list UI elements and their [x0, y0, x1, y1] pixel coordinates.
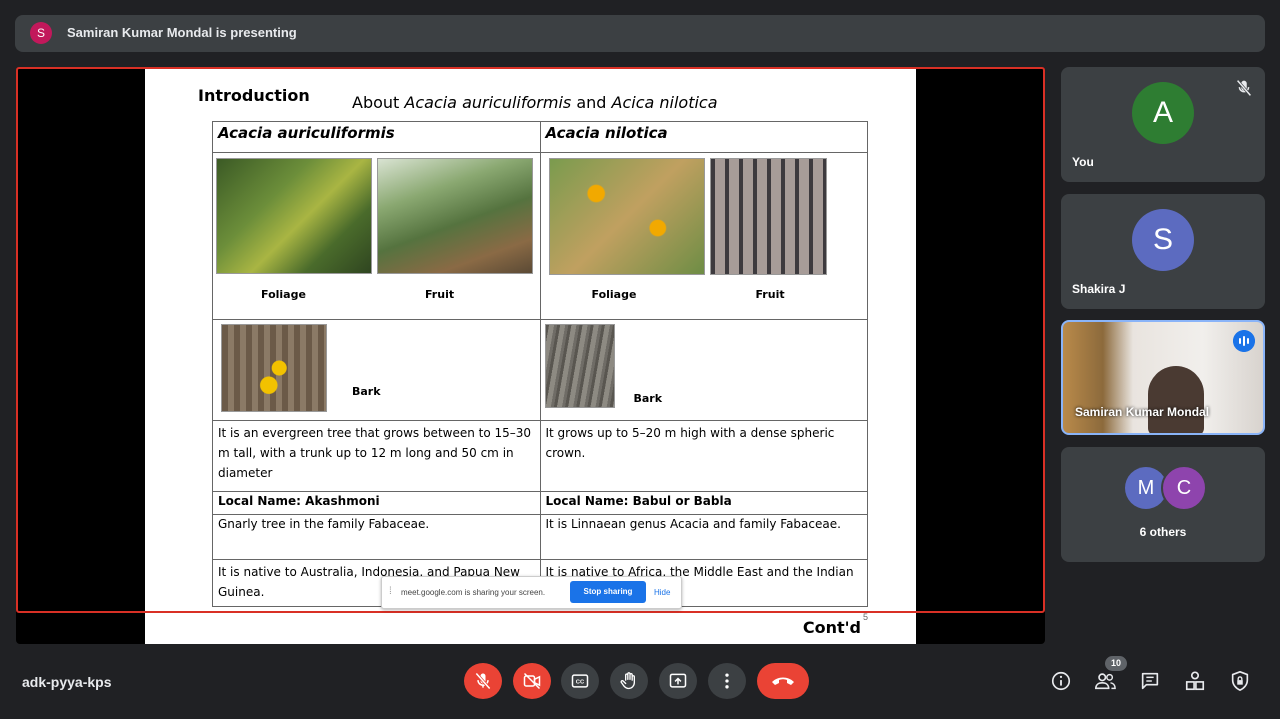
share-message: meet.google.com is sharing your screen. [401, 588, 546, 597]
captions-button[interactable]: CC [561, 663, 599, 699]
participant-tile-shakira[interactable]: S Shakira J [1061, 194, 1265, 309]
shared-slide: Introduction About Acacia auriculiformis… [145, 67, 916, 644]
acacia-nilotica-foliage-photo [548, 158, 705, 275]
slide-heading: About Acacia auriculiformis and Acica ni… [352, 93, 718, 112]
people-icon[interactable] [1094, 670, 1116, 692]
heading-species-1: Acacia auriculiformis [404, 93, 572, 112]
captions-icon: CC [571, 674, 589, 688]
comparison-table: Acacia auriculiformis Acacia nilotica Fo… [212, 121, 868, 607]
presenting-banner: S Samiran Kumar Mondal is presenting [15, 15, 1265, 52]
col1-header: Acacia auriculiformis [212, 121, 541, 153]
acacia-auriculiformis-fruit-photo [377, 158, 533, 274]
participant-video [1148, 366, 1204, 433]
heading-species-2: Acica nilotica [611, 93, 718, 112]
stop-sharing-button[interactable]: Stop sharing [570, 581, 646, 603]
avatar: A [1132, 82, 1194, 144]
slide-contd: Cont'd [802, 618, 861, 637]
hang-up-icon [772, 677, 794, 685]
col2-header: Acacia nilotica [539, 121, 868, 153]
camera-toggle-button[interactable] [513, 663, 551, 699]
more-vert-icon [725, 673, 729, 689]
slide-page-number: 5 [862, 612, 868, 622]
acacia-auriculiformis-bark-photo [221, 324, 327, 412]
screen-share-bar[interactable]: ⁞ meet.google.com is sharing your screen… [381, 576, 682, 609]
camera-off-icon [523, 672, 541, 690]
participant-name: You [1072, 155, 1094, 169]
meeting-code: adk-pyya-kps [22, 674, 112, 690]
presentation-stage: Introduction About Acacia auriculiformis… [16, 67, 1045, 644]
more-options-button[interactable] [708, 663, 746, 699]
fruit-caption: Fruit [425, 288, 455, 301]
mic-off-icon [1236, 79, 1252, 97]
info-icon[interactable] [1050, 670, 1072, 692]
col1-family: Gnarly tree in the family Fabaceae. [212, 514, 541, 560]
chat-icon[interactable] [1139, 670, 1161, 692]
heading-prefix: About [352, 93, 405, 112]
people-count-badge: 10 [1105, 656, 1127, 671]
participant-tile-you[interactable]: A You [1061, 67, 1265, 182]
col1-photos-cell: Foliage Fruit [212, 152, 541, 320]
raise-hand-button[interactable] [610, 663, 648, 699]
participant-tile-samiran[interactable]: Samiran Kumar Mondal [1061, 320, 1265, 435]
acacia-auriculiformis-foliage-photo [216, 158, 372, 274]
hide-button[interactable]: Hide [654, 588, 670, 597]
hand-icon [620, 672, 635, 690]
participant-tile-others[interactable]: M C 6 others [1061, 447, 1265, 562]
mic-off-icon [475, 672, 491, 690]
presenting-text: Samiran Kumar Mondal is presenting [67, 25, 297, 40]
svg-text:CC: CC [576, 680, 585, 686]
col1-local-name: Local Name: Akashmoni [212, 491, 541, 515]
participant-name: Shakira J [1072, 282, 1126, 296]
acacia-nilotica-bark-photo [544, 324, 615, 408]
foliage-caption: Foliage [591, 288, 637, 301]
acacia-nilotica-fruit-photo [709, 158, 827, 275]
avatar: C [1161, 465, 1207, 511]
fruit-caption: Fruit [755, 288, 785, 301]
bark-caption: Bark [352, 385, 381, 398]
present-screen-icon [669, 673, 687, 688]
participant-name: Samiran Kumar Mondal [1075, 405, 1210, 419]
col2-family: It is Linnaean genus Acacia and family F… [539, 514, 868, 560]
avatar: S [1132, 209, 1194, 271]
col1-bark-cell: Bark [212, 319, 541, 421]
activities-icon[interactable] [1184, 670, 1206, 692]
col2-local-name: Local Name: Babul or Babla [539, 491, 868, 515]
col2-photos-cell: Foliage Fruit [539, 152, 868, 320]
drag-handle-icon[interactable]: ⁞ [389, 586, 392, 597]
present-now-button[interactable] [659, 663, 697, 699]
leave-call-button[interactable] [757, 663, 809, 699]
mic-toggle-button[interactable] [464, 663, 502, 699]
foliage-caption: Foliage [261, 288, 306, 301]
col2-description: It grows up to 5–20 m high with a dense … [539, 420, 868, 492]
bark-caption: Bark [633, 392, 663, 405]
presenter-avatar: S [30, 22, 52, 44]
col1-description: It is an evergreen tree that grows betwe… [212, 420, 541, 492]
others-count: 6 others [1139, 525, 1187, 539]
slide-intro-title: Introduction [198, 86, 310, 105]
heading-and: and [571, 93, 612, 112]
col2-bark-cell: Bark [539, 319, 868, 421]
host-controls-shield-icon[interactable] [1229, 670, 1251, 692]
speaking-indicator-icon [1233, 330, 1255, 352]
